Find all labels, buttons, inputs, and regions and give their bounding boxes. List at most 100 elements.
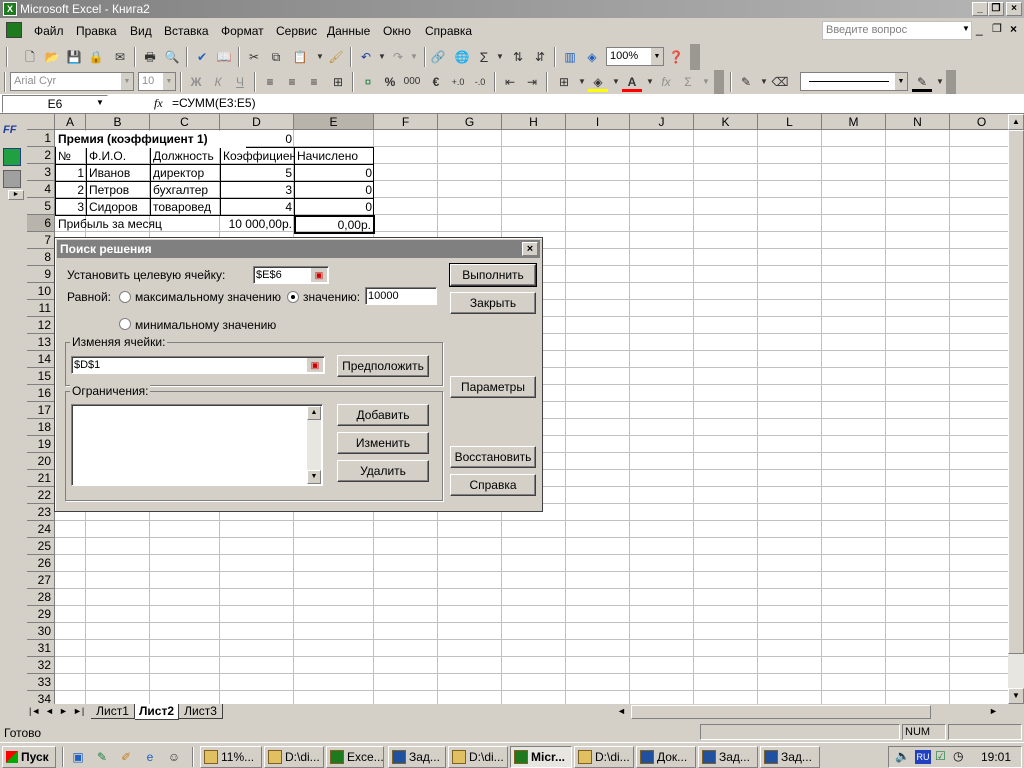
delete-button[interactable]: Удалить [337, 460, 429, 482]
last-sheet-icon[interactable]: ►| [73, 706, 84, 716]
excel-app-icon[interactable]: X [3, 2, 17, 16]
task-item[interactable]: D:\di... [448, 746, 508, 768]
column-header[interactable]: B [86, 114, 150, 130]
ff-icon[interactable]: FF [3, 124, 21, 142]
autosum-dropdown-icon[interactable]: ▼ [490, 47, 510, 67]
line-style-dropdown-icon[interactable]: ▼ [895, 73, 907, 90]
draw-borders-icon[interactable]: ✎ [736, 72, 756, 92]
workbook-icon[interactable] [6, 22, 22, 38]
zoom-select[interactable]: 100% ▼ [606, 47, 664, 66]
cell-a6[interactable]: Прибыль за месяц [56, 216, 220, 233]
scroll-down-icon[interactable]: ▼ [1008, 688, 1024, 704]
menu-insert[interactable]: Вставка [164, 24, 209, 38]
value-radio-label[interactable]: значению: [303, 290, 360, 304]
column-header[interactable]: J [630, 114, 694, 130]
row-header[interactable]: 19 [27, 436, 55, 453]
task-item[interactable]: Exce... [326, 746, 384, 768]
borders-icon[interactable]: ⊞ [554, 72, 574, 92]
language-indicator[interactable]: RU [915, 750, 931, 764]
minimize-icon[interactable]: _ [972, 2, 988, 16]
cell-d6[interactable]: 10 000,00р. [221, 216, 294, 233]
options-button[interactable]: Параметры [450, 376, 536, 398]
expand-icon[interactable]: ► [8, 190, 24, 200]
hscroll-left-icon[interactable]: ◄ [617, 706, 626, 716]
align-right-icon[interactable]: ≡ [304, 72, 324, 92]
email-icon[interactable]: ✉ [110, 47, 130, 67]
task-item[interactable]: Зад... [698, 746, 758, 768]
help-button[interactable]: Справка [450, 474, 536, 496]
task-item[interactable]: 11%... [200, 746, 262, 768]
align-center-icon[interactable]: ≡ [282, 72, 302, 92]
dialog-close-icon[interactable]: × [522, 242, 538, 256]
column-header[interactable]: I [566, 114, 630, 130]
hyperlink-icon[interactable]: 🔗 [428, 47, 448, 67]
row-header[interactable]: 21 [27, 470, 55, 487]
column-header[interactable]: E [294, 114, 374, 130]
increase-decimal-icon[interactable]: +.0 [448, 72, 468, 92]
font-size-select[interactable]: 10 ▼ [138, 72, 176, 91]
row-header[interactable]: 27 [27, 572, 55, 589]
tool-icon[interactable] [3, 170, 21, 188]
doc-close-icon[interactable]: × [1010, 22, 1017, 36]
line-color-icon[interactable]: ✎ [912, 72, 932, 92]
column-header[interactable]: G [438, 114, 502, 130]
row-header[interactable]: 5 [27, 198, 55, 215]
merge-center-icon[interactable]: ⊞ [328, 72, 348, 92]
min-radio-label[interactable]: минимальному значению [135, 318, 276, 332]
sort-asc-icon[interactable]: ⇅ [508, 47, 528, 67]
font-color-icon[interactable]: A [622, 72, 642, 92]
format-painter-icon[interactable]: 🖌 [326, 47, 346, 67]
save-icon[interactable]: 💾 [64, 47, 84, 67]
task-item[interactable]: D:\di... [264, 746, 324, 768]
min-radio[interactable] [119, 318, 131, 330]
sort-desc-icon[interactable]: ⇵ [530, 47, 550, 67]
change-button[interactable]: Изменить [337, 432, 429, 454]
guess-button[interactable]: Предположить [337, 355, 429, 377]
prev-sheet-icon[interactable]: ◄ [45, 706, 54, 716]
row-header[interactable]: 22 [27, 487, 55, 504]
task-item[interactable]: Зад... [760, 746, 820, 768]
task-item[interactable]: Зад... [388, 746, 446, 768]
menu-format[interactable]: Формат [221, 24, 264, 38]
erase-border-icon[interactable]: ⌫ [770, 72, 790, 92]
next-sheet-icon[interactable]: ► [59, 706, 68, 716]
sheet-tab-3[interactable]: Лист3 [179, 704, 223, 719]
task-item[interactable]: Док... [636, 746, 696, 768]
font-select[interactable]: Arial Cyr ▼ [10, 72, 134, 91]
euro-button[interactable]: € [426, 72, 446, 92]
column-header[interactable]: K [694, 114, 758, 130]
horizontal-scroll-thumb[interactable] [631, 705, 931, 719]
column-header[interactable]: D [220, 114, 294, 130]
row-header[interactable]: 10 [27, 283, 55, 300]
cell-e6-selected[interactable]: 0,00р. [294, 215, 375, 234]
sum-dropdown-icon[interactable]: ▼ [696, 72, 716, 92]
thousands-button[interactable]: 000 [402, 72, 422, 92]
font-dropdown-icon[interactable]: ▼ [121, 73, 133, 90]
menu-edit[interactable]: Правка [76, 24, 117, 38]
toolbar-options-icon[interactable] [690, 44, 700, 70]
sheet-tab-2-active[interactable]: Лист2 [135, 704, 179, 720]
menu-file[interactable]: Файл [34, 24, 64, 38]
row-header[interactable]: 12 [27, 317, 55, 334]
quicklaunch-desktop-icon[interactable]: ▣ [68, 747, 88, 767]
dialog-title-bar[interactable]: Поиск решения × [57, 240, 540, 258]
new-icon[interactable]: 🗋 [20, 47, 40, 67]
row-header[interactable]: 33 [27, 674, 55, 691]
row-header[interactable]: 7 [27, 232, 55, 249]
target-cell-input[interactable]: $E$6 ▣ [253, 266, 329, 284]
cut-icon[interactable]: ✂ [244, 47, 264, 67]
menu-window[interactable]: Окно [383, 24, 411, 38]
row-header[interactable]: 34 [27, 691, 55, 704]
menu-view[interactable]: Вид [130, 24, 152, 38]
fill-color-icon[interactable]: ◈ [588, 72, 608, 92]
sum-icon[interactable]: Σ [678, 72, 698, 92]
column-header[interactable]: M [822, 114, 886, 130]
row-header[interactable]: 18 [27, 419, 55, 436]
row-header[interactable]: 30 [27, 623, 55, 640]
cell-a1[interactable]: Премия (коэффициент 1) [56, 131, 246, 148]
row-header[interactable]: 6 [27, 215, 55, 232]
fx-icon[interactable]: fx [154, 96, 163, 111]
row-header[interactable]: 31 [27, 640, 55, 657]
row-header[interactable]: 4 [27, 181, 55, 198]
formula-input[interactable]: =СУММ(E3:E5) [172, 96, 256, 110]
